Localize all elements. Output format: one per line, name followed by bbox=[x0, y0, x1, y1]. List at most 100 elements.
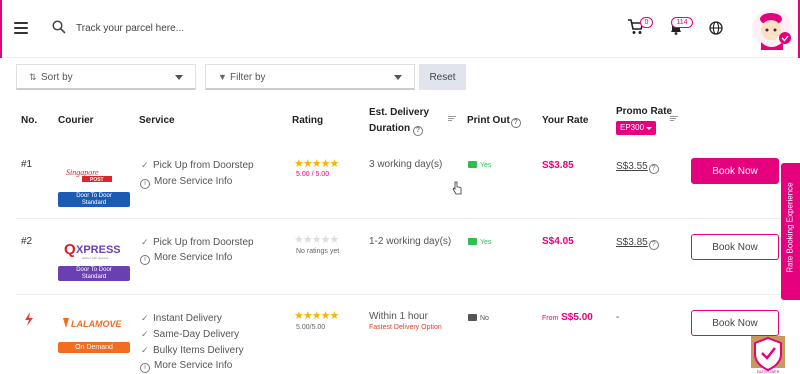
printer-icon bbox=[468, 161, 477, 168]
print-out-status: Yes bbox=[468, 238, 491, 246]
tag-line-2: Standard bbox=[81, 200, 107, 206]
book-now-button[interactable]: Book Now bbox=[691, 234, 779, 260]
info-icon: i bbox=[140, 179, 150, 189]
print-out-status: Yes bbox=[468, 161, 491, 169]
more-service-info-label: More Service Info bbox=[154, 252, 233, 263]
lalamove-logo: LALAMOVE bbox=[63, 318, 122, 329]
service-tag-on-demand: On Demand bbox=[58, 342, 130, 353]
singapore-post-logo: Singapore POST bbox=[66, 168, 112, 183]
check-icon: ✓ bbox=[141, 329, 149, 339]
promo-rate-value: S$3.55 bbox=[616, 161, 648, 172]
rating-score: 5.00 / 5.00 bbox=[296, 171, 330, 178]
info-icon[interactable]: ? bbox=[648, 164, 659, 174]
check-icon: ✓ bbox=[141, 237, 149, 247]
check-icon: ✓ bbox=[141, 345, 149, 355]
cart-count-badge: 0 bbox=[640, 17, 653, 28]
svg-text:Q: Q bbox=[64, 241, 76, 258]
info-icon: i bbox=[140, 363, 150, 373]
header-print-out: Print Out? bbox=[467, 115, 525, 128]
promo-rate: S$3.85? bbox=[616, 237, 663, 250]
row-2-rank: #2 bbox=[21, 236, 33, 247]
reset-button[interactable]: Reset bbox=[419, 64, 466, 90]
service-item-label: Instant Delivery bbox=[153, 313, 222, 324]
service-item-label: Bulky Items Delivery bbox=[153, 345, 244, 356]
badge-label: EASYPOWER bbox=[757, 370, 780, 374]
chevron-down-icon bbox=[175, 75, 183, 80]
menu-icon[interactable] bbox=[14, 22, 28, 34]
svg-text:LALAMOVE: LALAMOVE bbox=[71, 319, 122, 329]
rate-booking-experience-tab[interactable]: Rate Booking Experience bbox=[781, 163, 800, 300]
info-icon: i bbox=[140, 255, 150, 265]
print-out-status: No bbox=[468, 314, 489, 322]
more-service-info-link[interactable]: i More Service Info bbox=[140, 360, 232, 373]
divider bbox=[16, 294, 786, 295]
avatar[interactable] bbox=[751, 8, 793, 50]
service-item: ✓ Pick Up from Doorstep bbox=[141, 160, 254, 171]
svg-text:XPRESS: XPRESS bbox=[76, 244, 120, 256]
print-out-label: Yes bbox=[480, 239, 492, 246]
header-est-delivery: Est. Delivery bbox=[369, 107, 430, 118]
header-service: Service bbox=[139, 115, 175, 126]
check-icon: ✓ bbox=[141, 160, 149, 170]
promo-code-label: EP300 bbox=[620, 123, 645, 132]
info-icon[interactable]: ? bbox=[510, 118, 521, 128]
chevron-down-icon bbox=[646, 127, 652, 130]
service-item: ✓ Same-Day Delivery bbox=[141, 329, 239, 340]
service-item-label: Pick Up from Doorstep bbox=[153, 237, 254, 248]
filter-icon: ▼ bbox=[218, 72, 227, 82]
sort-icon: ⇅ bbox=[29, 72, 37, 82]
hand-cursor-icon bbox=[452, 181, 462, 195]
more-service-info-link[interactable]: i More Service Info bbox=[140, 176, 232, 189]
service-item: ✓ Instant Delivery bbox=[141, 313, 222, 324]
header-your-rate: Your Rate bbox=[542, 115, 589, 126]
service-item: ✓ Pick Up from Doorstep bbox=[141, 237, 254, 248]
tag-line-1: Door To Door bbox=[76, 193, 112, 199]
promo-rate-value: S$3.85 bbox=[616, 237, 648, 248]
more-service-info-link[interactable]: i More Service Info bbox=[140, 252, 232, 265]
header-no: No. bbox=[21, 115, 38, 126]
sort-promo-icon[interactable] bbox=[670, 116, 678, 122]
service-tag-door-to-door: Door To Door Standard bbox=[58, 192, 130, 207]
rate-value: S$5.00 bbox=[561, 312, 593, 323]
fastest-delivery-note: Fastest Delivery Option bbox=[369, 324, 442, 331]
rate-prefix: From bbox=[542, 315, 559, 322]
print-out-label: No bbox=[480, 315, 489, 322]
service-item: ✓ Bulky Items Delivery bbox=[141, 345, 244, 356]
sort-by-dropdown[interactable]: ⇅ Sort by bbox=[16, 64, 196, 90]
rating-score: No ratings yet bbox=[296, 248, 340, 255]
tag-line-2: Standard bbox=[81, 274, 107, 280]
printer-icon bbox=[468, 314, 477, 321]
sort-duration-icon[interactable] bbox=[448, 116, 456, 122]
header-duration-label: Duration bbox=[369, 123, 411, 134]
your-rate: S$4.05 bbox=[542, 236, 574, 247]
header-duration: Duration ? bbox=[369, 123, 427, 136]
svg-text:Singapore: Singapore bbox=[66, 168, 99, 177]
qxpress-logo: Q XPRESS deliver with qxpress bbox=[64, 241, 120, 260]
promo-rate: S$3.55? bbox=[616, 161, 663, 174]
promo-rate: - bbox=[616, 312, 620, 323]
row-1-rank: #1 bbox=[21, 159, 33, 170]
book-now-button[interactable]: Book Now bbox=[691, 158, 779, 184]
search-icon bbox=[52, 20, 66, 34]
more-service-info-label: More Service Info bbox=[154, 176, 233, 187]
notification-count-badge: 114 bbox=[671, 17, 693, 28]
chevron-down-icon bbox=[394, 75, 402, 80]
svg-text:deliver with qxpress: deliver with qxpress bbox=[82, 256, 109, 260]
sort-by-label: Sort by bbox=[41, 72, 73, 83]
filter-by-label: Filter by bbox=[230, 72, 266, 83]
service-tag-door-to-door: Door To Door Standard bbox=[58, 266, 130, 281]
info-icon[interactable]: ? bbox=[412, 126, 423, 136]
tag-line-1: Door To Door bbox=[76, 267, 112, 273]
your-rate: From S$5.00 bbox=[542, 312, 593, 323]
info-icon[interactable]: ? bbox=[648, 240, 659, 250]
service-item-label: Pick Up from Doorstep bbox=[153, 160, 254, 171]
globe-icon[interactable] bbox=[709, 21, 723, 35]
filter-by-dropdown[interactable]: ▼ Filter by bbox=[205, 64, 415, 90]
promo-code-select[interactable]: EP300 bbox=[616, 121, 656, 135]
printer-icon bbox=[468, 238, 477, 245]
easypower-badge-icon: EASYPOWER bbox=[751, 336, 785, 374]
divider bbox=[16, 218, 786, 219]
rating-stars: ★★★★★ bbox=[294, 234, 339, 246]
track-parcel-input[interactable] bbox=[76, 16, 396, 40]
delivery-duration: Within 1 hour bbox=[369, 311, 428, 322]
